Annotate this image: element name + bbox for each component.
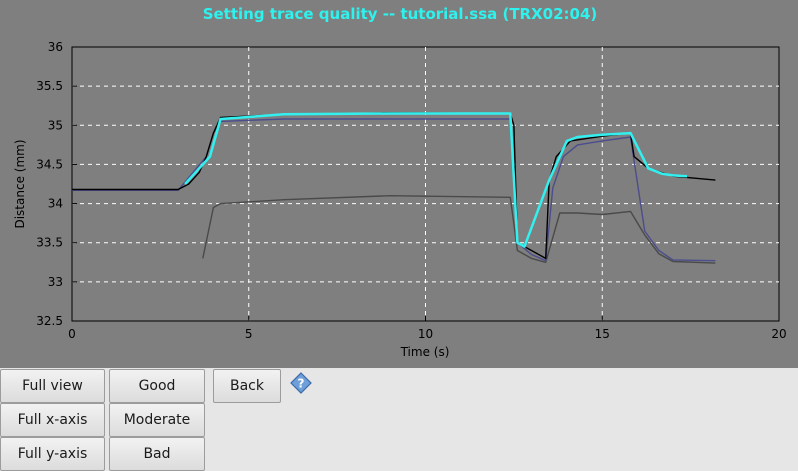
good-button[interactable]: Good — [109, 369, 205, 403]
moderate-button[interactable]: Moderate — [109, 403, 205, 437]
bad-button[interactable]: Bad — [109, 437, 205, 471]
chart-title: Setting trace quality -- tutorial.ssa (T… — [203, 5, 598, 23]
series-line-1 — [184, 112, 688, 248]
y-tick-label: 33.5 — [36, 236, 63, 250]
trace-chart[interactable]: Setting trace quality -- tutorial.ssa (T… — [0, 0, 798, 368]
grid-lines — [72, 47, 779, 321]
full-x-axis-button[interactable]: Full x-axis — [0, 403, 105, 437]
svg-text:?: ? — [298, 377, 305, 391]
x-tick-label: 0 — [68, 327, 76, 341]
help-icon[interactable]: ? — [290, 372, 312, 394]
y-axis-label: Distance (mm) — [13, 139, 27, 228]
y-tick-label: 34.5 — [36, 157, 63, 171]
x-tick-label: 15 — [595, 327, 610, 341]
y-tick-label: 33 — [48, 275, 63, 289]
x-axis-label: Time (s) — [400, 345, 450, 359]
series-layer — [72, 112, 716, 264]
full-view-button[interactable]: Full view — [0, 369, 105, 403]
y-tick-label: 32.5 — [36, 314, 63, 328]
back-button[interactable]: Back — [213, 369, 281, 403]
x-tick-label: 10 — [418, 327, 433, 341]
y-tick-label: 35.5 — [36, 79, 63, 93]
series-line-3 — [202, 194, 716, 264]
full-y-axis-button[interactable]: Full y-axis — [0, 437, 105, 471]
x-tick-label: 5 — [245, 327, 253, 341]
y-tick-label: 36 — [48, 40, 63, 54]
y-tick-label: 35 — [48, 118, 63, 132]
plot-window[interactable]: Setting trace quality -- tutorial.ssa (T… — [0, 0, 798, 368]
y-tick-label: 34 — [48, 197, 63, 211]
x-tick-label: 20 — [771, 327, 786, 341]
